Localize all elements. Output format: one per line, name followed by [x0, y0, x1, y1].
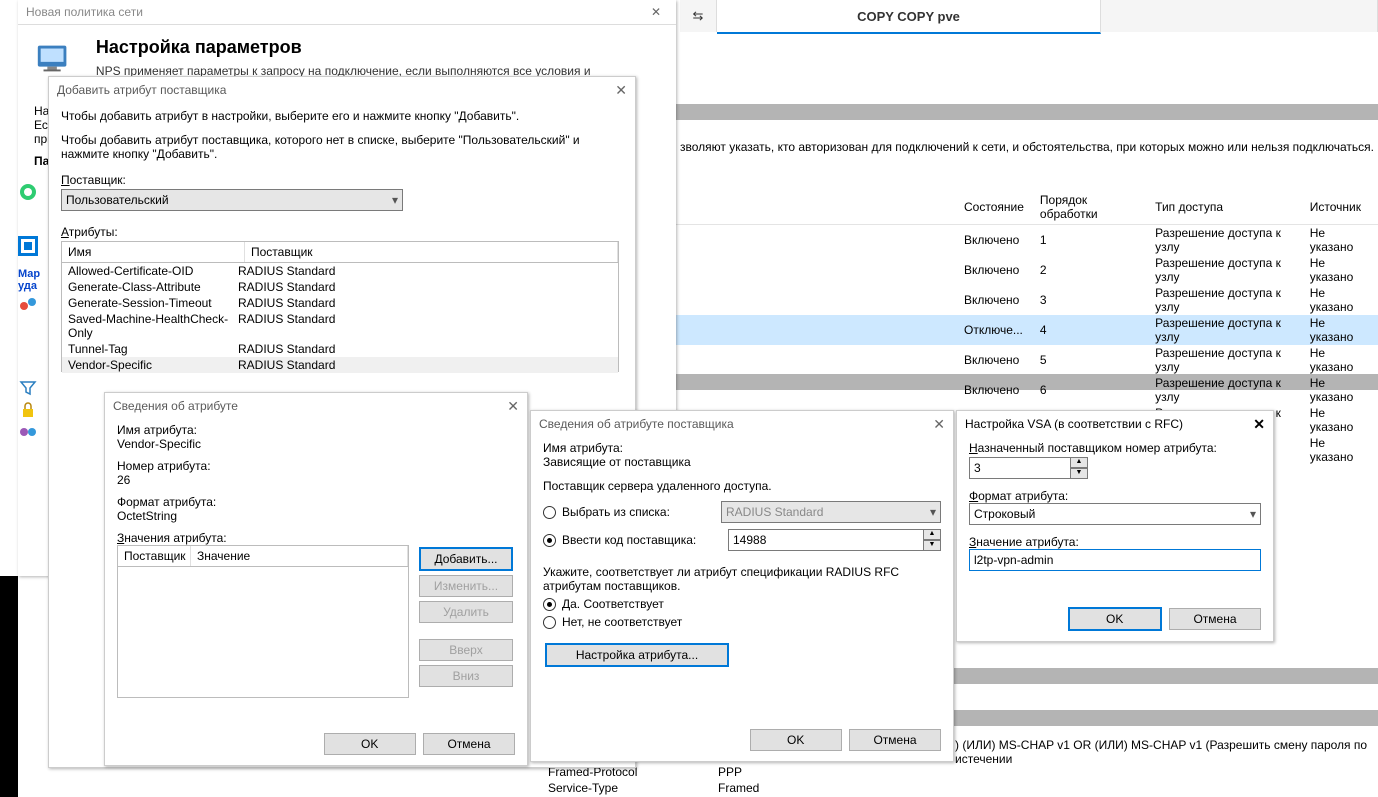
attrs-list[interactable]: Allowed-Certificate-OIDRADIUS StandardGe… [61, 263, 619, 372]
black-strip [0, 576, 18, 797]
va-code-input[interactable] [728, 529, 924, 551]
wizard-sidebar: Маруда [18, 180, 46, 444]
ai-vals-label: начения атрибута: [124, 531, 226, 545]
ai-num-value: 26 [117, 473, 515, 487]
va-name-label: Имя атрибута: [543, 441, 941, 455]
ai-fmt-label: Формат атрибута: [117, 495, 515, 509]
vsa-dialog: Настройка VSA (в соответствии с RFC) ✕ Н… [956, 410, 1274, 642]
attrs-label: трибуты: [69, 225, 118, 239]
vsa-val-input[interactable] [969, 549, 1261, 571]
tab-active[interactable]: COPY COPY pve [717, 0, 1101, 34]
ai-down-button[interactable]: Вниз [419, 665, 513, 687]
attr-info-title: Сведения об атрибуте [113, 399, 238, 413]
attrs-row[interactable]: Tunnel-TagRADIUS Standard [62, 341, 618, 357]
attr-info-close[interactable]: ✕ [507, 398, 519, 415]
va-close[interactable]: ✕ [933, 416, 945, 433]
va-list-combo: RADIUS Standard ▾ [721, 501, 941, 523]
attrs-row[interactable]: Allowed-Certificate-OIDRADIUS Standard [62, 263, 618, 279]
ai-cancel[interactable]: Отмена [423, 733, 515, 755]
vendor-combo-value: Пользовательский [66, 193, 169, 207]
vsa-cancel[interactable]: Отмена [1169, 608, 1261, 630]
add-attr-p1: Чтобы добавить атрибут в настройки, выбе… [61, 109, 623, 123]
vendor-icon[interactable] [18, 236, 38, 256]
attrs-row[interactable]: Vendor-SpecificRADIUS Standard [62, 357, 618, 373]
add-attr-p2: Чтобы добавить атрибут поставщика, котор… [61, 133, 623, 161]
vendor-combo[interactable]: Пользовательский ▾ [61, 189, 403, 211]
chevron-down-icon: ▾ [392, 193, 398, 207]
chevron-down-icon: ▾ [930, 505, 936, 519]
va-cancel[interactable]: Отмена [849, 729, 941, 751]
ai-vals-header: Поставщик Значение [117, 545, 409, 567]
add-attr-title: Добавить атрибут поставщика [57, 83, 226, 97]
ai-vals-list[interactable] [117, 567, 409, 698]
vsa-fmt-combo[interactable]: Строковый ▾ [969, 503, 1261, 525]
va-code-spinner[interactable]: ▲▼ [923, 529, 941, 551]
ai-ok[interactable]: OK [324, 733, 416, 755]
tab-inactive[interactable]: ⇆ [680, 0, 717, 32]
vsa-num-label: азначенный поставщиком номер атрибута: [978, 441, 1217, 455]
vsa-num-input[interactable] [969, 457, 1071, 479]
ip-icon[interactable] [18, 422, 38, 442]
tab-routing[interactable]: Маруда [18, 268, 46, 292]
wizard-titlebar: Новая политика сети ✕ [18, 0, 676, 25]
ai-num-label: Номер атрибута: [117, 459, 515, 473]
vsa-num-spinner[interactable]: ▲▼ [1070, 457, 1088, 479]
attrs-row[interactable]: Generate-Session-TimeoutRADIUS Standard [62, 295, 618, 311]
va-radio-no[interactable]: Нет, не соответствует [543, 615, 941, 629]
attrs-row[interactable]: Generate-Class-AttributeRADIUS Standard [62, 279, 618, 295]
ai-del-button[interactable]: Удалить [419, 601, 513, 623]
tab-label: COPY COPY pve [857, 9, 960, 24]
ai-fmt-value: OctetString [117, 509, 515, 523]
attr-info-dialog: Сведения об атрибуте ✕ Имя атрибута: Ven… [104, 392, 528, 766]
attrs-row[interactable]: Saved-Machine-HealthCheck-OnlyRADIUS Sta… [62, 311, 618, 341]
bg-kv: Framed-ProtocolPPPService-TypeFramed [548, 764, 759, 796]
tab-empty[interactable] [1101, 0, 1378, 32]
ai-name-label: Имя атрибута: [117, 423, 515, 437]
wizard-icon [34, 37, 76, 81]
encryption-icon[interactable] [18, 400, 38, 420]
vsa-fmt-label: ормат атрибута: [978, 489, 1068, 503]
vendor-label: оставщик: [70, 173, 126, 187]
add-attr-close[interactable]: ✕ [615, 82, 627, 99]
standard-icon[interactable] [18, 182, 38, 202]
va-spec-label: Укажите, соответствует ли атрибут специф… [543, 565, 941, 593]
va-radio-code[interactable]: Ввести код поставщика: [543, 533, 696, 547]
vsa-ok[interactable]: OK [1068, 607, 1162, 631]
wizard-close[interactable]: ✕ [636, 5, 676, 19]
va-title: Сведения об атрибуте поставщика [539, 417, 734, 431]
chevron-down-icon: ▾ [1250, 507, 1256, 521]
ai-add-button[interactable]: Добавить... [419, 547, 513, 571]
ai-up-button[interactable]: Вверх [419, 639, 513, 661]
va-srv-label: Поставщик сервера удаленного доступа. [543, 479, 941, 493]
vsa-close[interactable]: ✕ [1253, 416, 1265, 433]
multilink-icon[interactable] [18, 294, 38, 314]
va-radio-yes[interactable]: Да. Соответствует [543, 597, 941, 611]
va-config-button[interactable]: Настройка атрибута... [545, 643, 729, 667]
attrs-header: Имя Поставщик [61, 241, 619, 263]
va-ok[interactable]: OK [750, 729, 842, 751]
va-name-value: Зависящие от поставщика [543, 455, 941, 469]
ai-edit-button[interactable]: Изменить... [419, 575, 513, 597]
wizard-heading: Настройка параметров [96, 37, 660, 58]
va-radio-list[interactable]: Выбрать из списка: [543, 505, 670, 519]
vsa-title: Настройка VSA (в соответствии с RFC) [965, 417, 1183, 431]
vendor-attr-dialog: Сведения об атрибуте поставщика ✕ Имя ат… [530, 410, 954, 762]
filter-icon[interactable] [18, 378, 38, 398]
wizard-title: Новая политика сети [18, 5, 151, 19]
vsa-val-label: начение атрибута: [976, 535, 1079, 549]
ai-name-value: Vendor-Specific [117, 437, 515, 451]
bg-footer: ) (ИЛИ) MS-CHAP v1 OR (ИЛИ) MS-CHAP v1 (… [955, 738, 1378, 766]
bg-description: зволяют указать, кто авторизован для под… [680, 140, 1374, 154]
